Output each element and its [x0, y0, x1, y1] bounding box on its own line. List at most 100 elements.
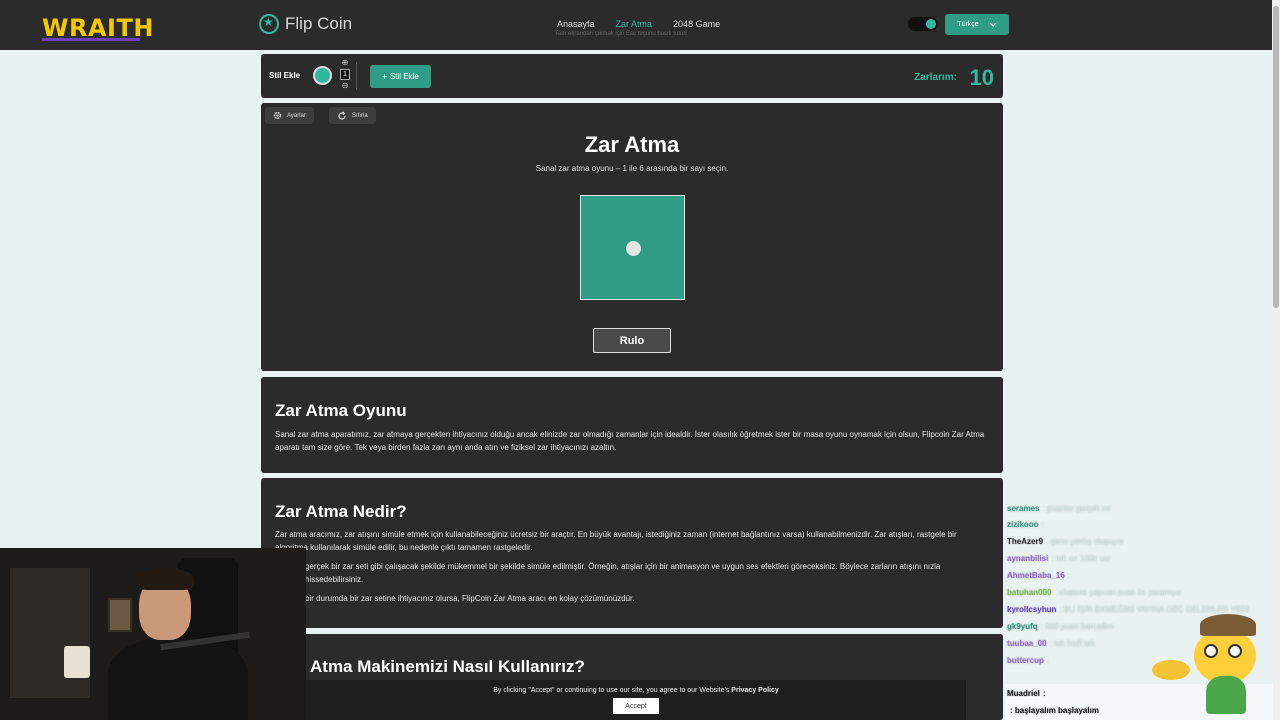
toggle-knob: [926, 19, 936, 29]
webcam-paper-roll: [64, 646, 90, 678]
main-nav: Anasayfa Zar Atma 2048 Game: [557, 19, 720, 29]
chat-text: : başlayalım başlayalım: [1010, 706, 1099, 715]
minus-icon[interactable]: ⊖: [342, 81, 349, 90]
chat-text: : BU İŞİN EKMEĞİNİ YAYINA GEÇ GELENLER Y…: [1059, 605, 1250, 614]
reset-button[interactable]: Sıfırla: [329, 107, 376, 124]
settings-button[interactable]: Ayarlar: [265, 107, 314, 124]
chat-username[interactable]: gk9yufq: [1007, 622, 1038, 631]
section-paragraph: gerçek bir zar seti gibi çalışacak şekil…: [305, 562, 941, 584]
style-label: Stil Ekle: [269, 71, 301, 80]
fullscreen-hint: Tam ekrandan çıkmak için Esc tuşunu bası…: [555, 31, 687, 37]
dice-title: Zar Atma: [584, 132, 680, 157]
nav-item-home[interactable]: Anasayfa: [557, 19, 595, 29]
plus-icon: +: [382, 72, 387, 81]
die-count-stepper: ⊕ 1 ⊖: [340, 57, 350, 92]
chat-text: :: [1067, 571, 1071, 580]
chat-message: buttercup:: [1007, 656, 1049, 665]
chat-text: : tek hadi tek: [1049, 639, 1095, 648]
add-style-button[interactable]: + Stil Ekle: [370, 65, 431, 88]
chat-message: kyrollcsyhun: BU İŞİN EKMEĞİNİ YAYINA GE…: [1007, 605, 1249, 614]
webcam-person-hair: [136, 568, 194, 590]
chat-username[interactable]: serames: [1007, 504, 1039, 513]
gear-icon: [273, 111, 282, 120]
coins-emote: [1152, 660, 1190, 680]
language-label: Türkçe: [957, 21, 979, 28]
language-select[interactable]: Türkçe: [945, 14, 1009, 35]
nav-item-dice[interactable]: Zar Atma: [616, 19, 653, 29]
chat-text: :: [1042, 689, 1046, 698]
cookie-text: By clicking "Accept" or continuing to us…: [306, 687, 966, 694]
section-paragraph: Zar atma aracımız, zar atışını simüle et…: [275, 530, 957, 552]
score-value: 10: [969, 65, 994, 90]
dice-panel: Ayarlar Sıfırla Zar Atma Sanal zar atma …: [261, 103, 1003, 371]
chat-username[interactable]: aynanbilisi: [1007, 554, 1048, 563]
section-title: Atma Makinemizi Nasıl Kullanırız?: [310, 657, 585, 676]
chat-message: gk9yufq: 600 puan barcadım: [1007, 622, 1114, 631]
chat-text: :: [1041, 520, 1044, 529]
coin-icon: [259, 14, 279, 34]
chat-username[interactable]: Muadriel: [1007, 689, 1040, 698]
streamer-logo-underline: [42, 38, 140, 41]
accept-button[interactable]: Accept: [613, 698, 659, 714]
chat-username[interactable]: kyrollcsyhun: [1007, 605, 1056, 614]
section-paragraph: bir durumda bir zar setine ihtiyacınız o…: [305, 594, 635, 603]
die-count-value: 1: [340, 69, 350, 80]
score-label: Zarlarım:: [914, 72, 957, 83]
chat-username[interactable]: tuubaa_00: [1007, 639, 1047, 648]
chat-text: : chatone yapcan puan ile yaramıyo: [1054, 588, 1181, 597]
style-die-swatch[interactable]: [313, 66, 332, 85]
section-title: Zar Atma Oyunu: [275, 401, 407, 420]
chat-message: Muadriel:: [1007, 689, 1046, 698]
webcam-shelf: [10, 568, 90, 698]
chat-text: :: [1046, 656, 1050, 665]
refresh-icon: [338, 111, 346, 120]
chat-username[interactable]: TheAzer9: [1007, 537, 1043, 546]
die-pip: [626, 241, 641, 256]
section-title: Zar Atma Nedir?: [275, 502, 407, 521]
chat-username[interactable]: batuhan000: [1007, 588, 1051, 597]
section-card: Zar Atma Nedir? Zar atma aracımız, zar a…: [261, 478, 1003, 628]
chat-text: : 600 puan barcadım: [1040, 622, 1115, 631]
top-navbar: WRAITH Flip Coin Anasayfa Zar Atma 2048 …: [0, 0, 1272, 50]
chat-text: : tek sır 100k var: [1051, 554, 1111, 563]
nav-item-2048[interactable]: 2048 Game: [673, 19, 720, 29]
mascot-eye: [1228, 644, 1242, 658]
mascot-eye: [1204, 644, 1218, 658]
chat-message: batuhan000: chatone yapcan puan ile yara…: [1007, 588, 1181, 597]
site-logo-text: Flip Coin: [285, 14, 353, 33]
chat-message: tuubaa_00: tek hadi tek: [1007, 639, 1095, 648]
mascot-emote: [1190, 614, 1266, 714]
theme-toggle[interactable]: [908, 17, 938, 31]
site-logo[interactable]: Flip Coin: [259, 14, 352, 34]
add-style-label: Stil Ekle: [389, 72, 419, 81]
roll-button[interactable]: Rulo: [593, 328, 671, 353]
chat-message: aynanbilisi: tek sır 100k var: [1007, 554, 1111, 563]
chat-message: TheAzer9: gene yanlış oluşuyor: [1007, 537, 1124, 546]
cookie-message: By clicking "Accept" or continuing to us…: [493, 687, 730, 694]
chevron-down-icon: [989, 22, 997, 27]
chat-message: zizikooo:: [1007, 520, 1044, 529]
chat-text: : gene yanlış oluşuyor: [1046, 537, 1124, 546]
chat-username[interactable]: zizikooo: [1007, 520, 1039, 529]
chat-username[interactable]: buttercup: [1007, 656, 1044, 665]
chat-message: : başlayalım başlayalım: [1007, 706, 1099, 715]
chat-text: : puanlar gerçek mi: [1042, 504, 1111, 513]
cookie-banner: By clicking "Accept" or continuing to us…: [306, 680, 966, 720]
divider: [356, 62, 357, 90]
dice-subtitle: Sanal zar atma oyunu – 1 ile 6 arasında …: [535, 164, 729, 173]
reset-label: Sıfırla: [352, 112, 368, 119]
section-paragraph: Sanal zar atma aparatımız, zar atmaya ge…: [275, 430, 985, 452]
mascot-body: [1206, 676, 1246, 714]
die-face[interactable]: [580, 195, 685, 300]
plus-icon[interactable]: ⊕: [342, 58, 349, 67]
webcam-picture-frame: [108, 598, 132, 632]
style-toolbar: Stil Ekle ⊕ 1 ⊖ + Stil Ekle Zarlarım: 10: [261, 54, 1003, 98]
page-scrollbar[interactable]: [1272, 0, 1280, 720]
mascot-hat: [1200, 614, 1256, 636]
privacy-policy-link[interactable]: Privacy Policy: [731, 687, 778, 694]
section-card: Zar Atma Oyunu Sanal zar atma aparatımız…: [261, 377, 1003, 473]
chat-message: serames: puanlar gerçek mi: [1007, 504, 1111, 513]
scrollbar-thumb[interactable]: [1273, 6, 1279, 308]
chat-username[interactable]: AhmetBaba_16: [1007, 571, 1065, 580]
webcam-overlay: [0, 548, 306, 720]
